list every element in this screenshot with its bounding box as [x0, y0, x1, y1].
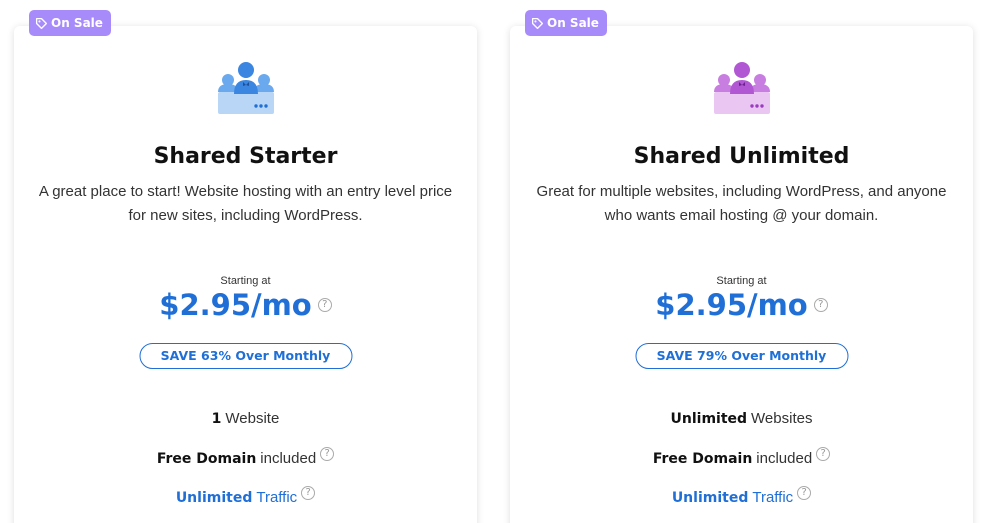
users-server-icon [713, 62, 770, 114]
plan-price: $2.95/mo [159, 288, 312, 322]
price-row: $2.95/mo ? [510, 288, 973, 322]
plan-description: Great for multiple websites, including W… [536, 183, 947, 224]
users-server-icon [217, 62, 274, 114]
price-row: $2.95/mo ? [14, 288, 477, 322]
badge-label: On Sale [547, 16, 599, 30]
plan-title: Shared Starter [153, 144, 338, 169]
plan-card-shared-unlimited: Shared Unlimited Great for multiple webs… [510, 26, 973, 523]
starting-at-label: Starting at [716, 275, 767, 287]
feature-websites: Unlimited Websites [510, 410, 973, 427]
feature-bold: Unlimited [671, 489, 749, 506]
feature-bold: 1 [211, 410, 222, 427]
feature-bold: Unlimited [175, 489, 253, 506]
help-icon[interactable]: ? [317, 298, 332, 312]
starting-at-label: Starting at [220, 275, 271, 287]
help-icon[interactable]: ? [813, 298, 828, 312]
on-sale-badge: On Sale [29, 10, 111, 36]
feature-text: included [260, 450, 317, 467]
help-icon[interactable]: ? [320, 446, 335, 461]
save-badge-button[interactable]: SAVE 63% Over Monthly [139, 343, 352, 369]
feature-bold: Free Domain [156, 450, 257, 467]
feature-text: included [756, 450, 813, 467]
feature-text: Traffic [256, 489, 298, 506]
plan-price: $2.95/mo [655, 288, 808, 322]
help-icon[interactable]: ? [816, 446, 831, 461]
tag-icon [35, 17, 48, 29]
save-badge-button[interactable]: SAVE 79% Over Monthly [635, 343, 848, 369]
feature-bold: Free Domain [652, 450, 753, 467]
feature-text: Website [225, 410, 280, 427]
plan-card-shared-starter: Shared Starter A great place to start! W… [14, 26, 477, 523]
help-icon[interactable]: ? [301, 485, 316, 500]
feature-text: Traffic [752, 489, 794, 506]
plan-description: A great place to start! Website hosting … [38, 183, 453, 224]
feature-websites: 1 Website [14, 410, 477, 427]
tag-icon [531, 17, 544, 29]
feature-domain: Free Domain included ? [510, 446, 973, 467]
plan-title: Shared Unlimited [633, 144, 850, 169]
help-icon[interactable]: ? [797, 485, 812, 500]
feature-traffic[interactable]: Unlimited Traffic ? [510, 485, 973, 506]
badge-label: On Sale [51, 16, 103, 30]
feature-traffic[interactable]: Unlimited Traffic ? [14, 485, 477, 506]
on-sale-badge: On Sale [525, 10, 607, 36]
feature-text: Websites [751, 410, 813, 427]
feature-bold: Unlimited [670, 410, 748, 427]
feature-domain: Free Domain included ? [14, 446, 477, 467]
